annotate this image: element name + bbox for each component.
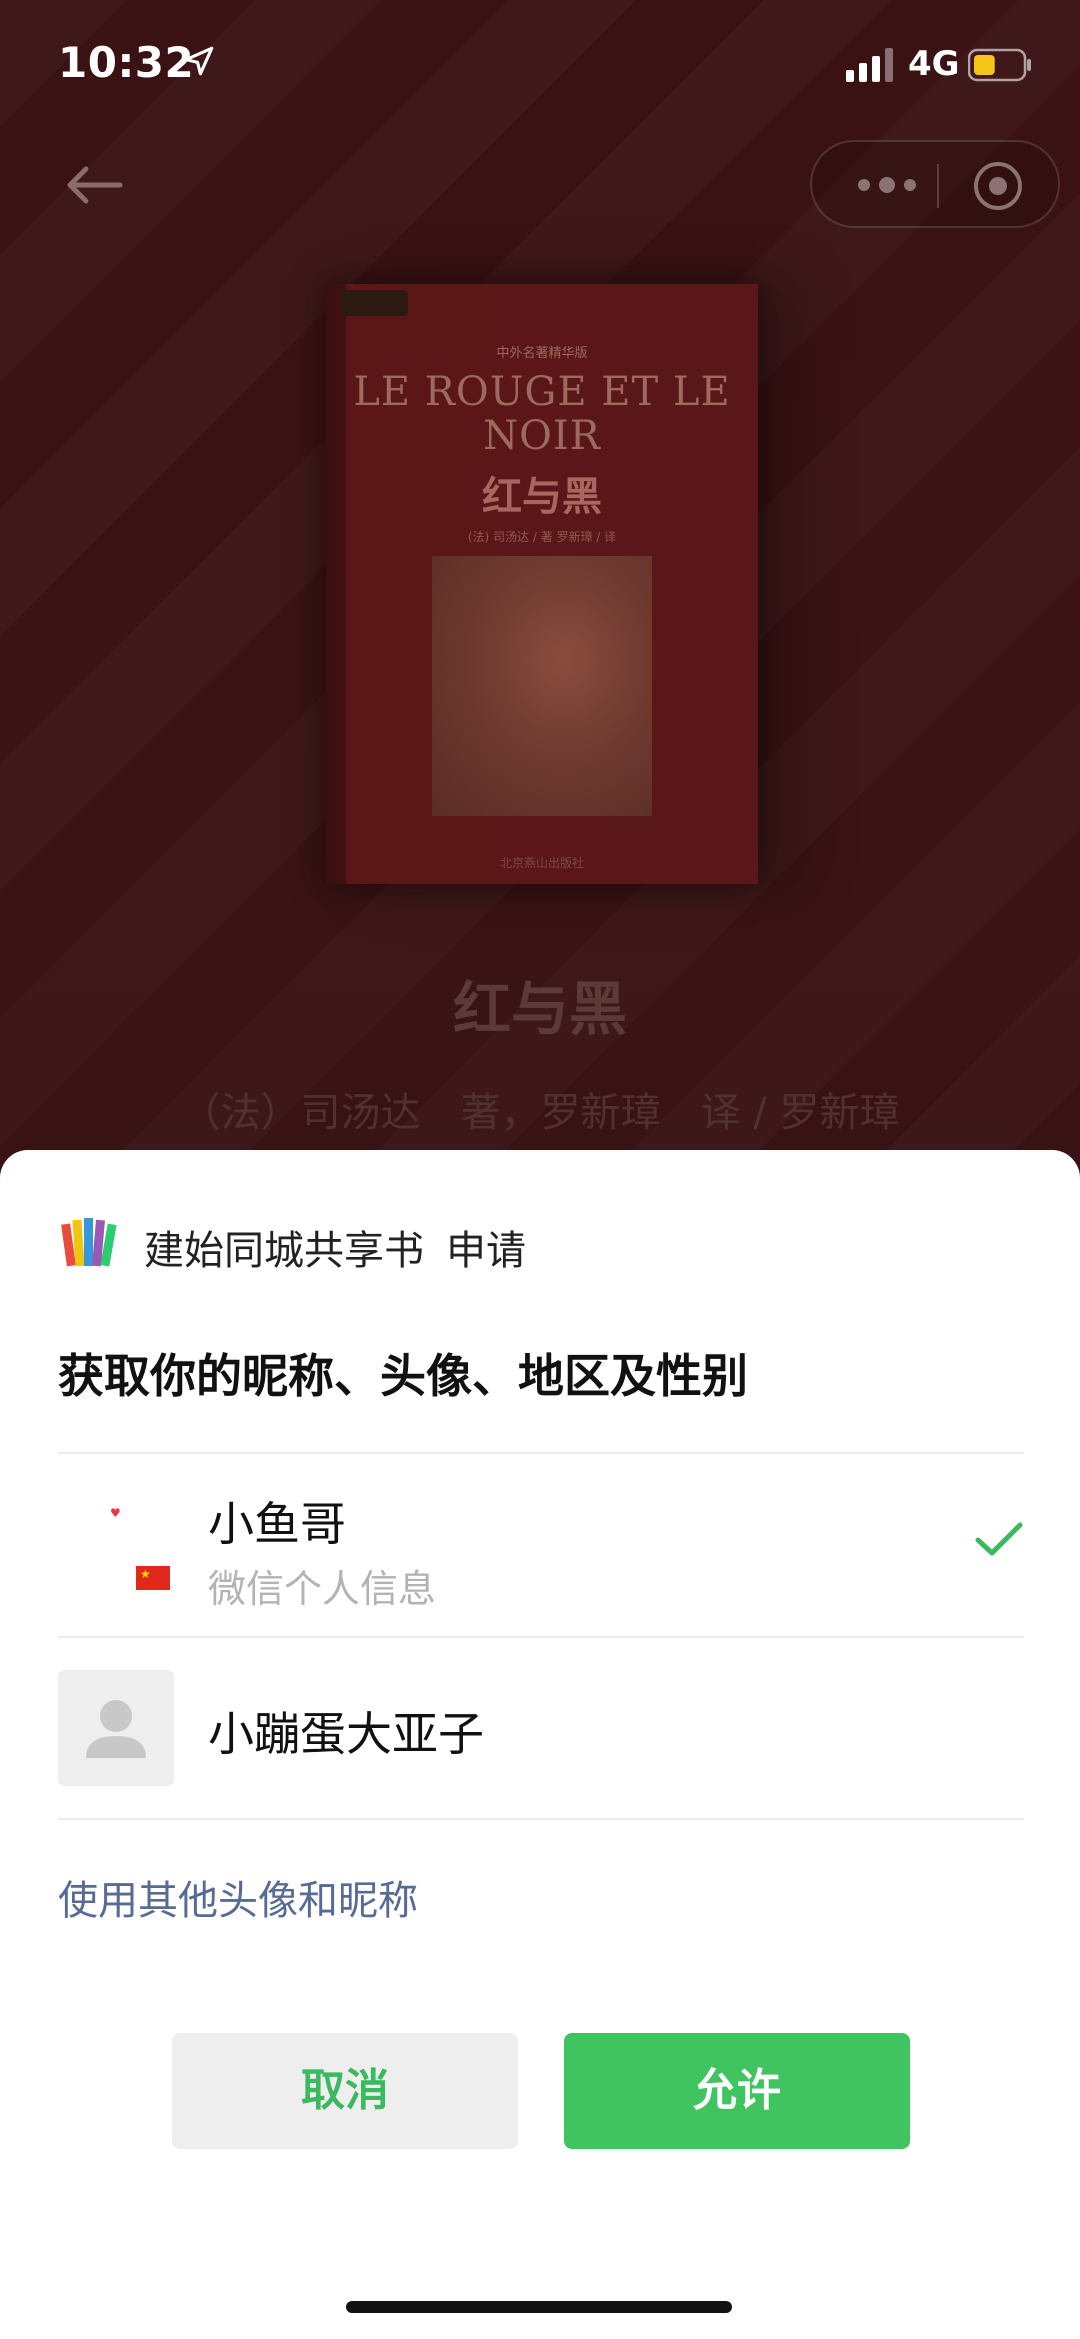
miniprogram-capsule: [810, 140, 1060, 228]
books-logo-icon: [61, 1218, 117, 1267]
divider-bottom: [58, 1818, 1024, 1820]
cancel-button[interactable]: 取消: [172, 2033, 518, 2149]
heart-icon: ♥: [110, 1506, 121, 1520]
cover-series: 中外名著精华版: [496, 346, 588, 361]
account-option-1[interactable]: ♥ ★ 小鱼哥 微信个人信息: [58, 1454, 1024, 1636]
cover-publisher: 北京燕山出版社: [499, 856, 584, 870]
cover-byline: (法) 司汤达 / 著 罗新璋 / 译: [467, 530, 617, 544]
more-dots-icon[interactable]: [852, 170, 922, 200]
avatar: ♥ ★: [58, 1486, 176, 1604]
account-name: 小蹦蛋大亚子: [208, 1707, 484, 1761]
app-name-text: 建始同城共享书: [144, 1228, 424, 1274]
target-circle-icon[interactable]: [972, 160, 1024, 212]
avatar-placeholder: [58, 1670, 174, 1786]
book-cover: 中外名著精华版 LE ROUGE ET LE NOIR 红与黑 (法) 司汤达 …: [326, 284, 758, 884]
publisher-badge: [340, 290, 408, 316]
cover-title-fr: LE ROUGE ET LE NOIR: [353, 369, 731, 459]
network-label: 4G: [908, 44, 960, 84]
account-option-2[interactable]: 小蹦蛋大亚子: [58, 1638, 1024, 1820]
capsule-divider: [937, 164, 939, 208]
authorization-sheet: 建始同城共享书 申请 获取你的昵称、头像、地区及性别 ♥ ★ 小鱼哥 微信个人信息…: [0, 1150, 1080, 2339]
allow-button[interactable]: 允许: [564, 2033, 910, 2149]
app-name: 建始同城共享书 申请: [144, 1218, 526, 1276]
status-bar: 10:32 4G: [0, 0, 1080, 130]
person-silhouette-icon: [86, 1700, 146, 1758]
use-other-avatar-link[interactable]: 使用其他头像和昵称: [58, 1868, 418, 1926]
home-indicator: [346, 2301, 732, 2313]
apply-label: 申请: [446, 1228, 526, 1274]
cover-title-cn: 红与黑: [482, 474, 602, 520]
china-flag-icon: ★: [136, 1566, 170, 1590]
cover-illustration: [432, 556, 652, 816]
request-title: 获取你的昵称、头像、地区及性别: [58, 1349, 748, 1403]
battery-icon: [968, 48, 1031, 82]
book-author: （法）司汤达 著，罗新璋 译 / 罗新璋: [180, 1090, 900, 1136]
book-title: 红与黑: [452, 975, 627, 1043]
location-arrow-icon: [184, 46, 214, 76]
signal-icon: [846, 48, 893, 82]
account-name: 小鱼哥: [208, 1497, 346, 1551]
checkmark-icon: [975, 1522, 1023, 1556]
status-time: 10:32: [58, 38, 195, 87]
account-subtitle: 微信个人信息: [208, 1567, 437, 1611]
back-arrow-icon[interactable]: [60, 160, 130, 210]
